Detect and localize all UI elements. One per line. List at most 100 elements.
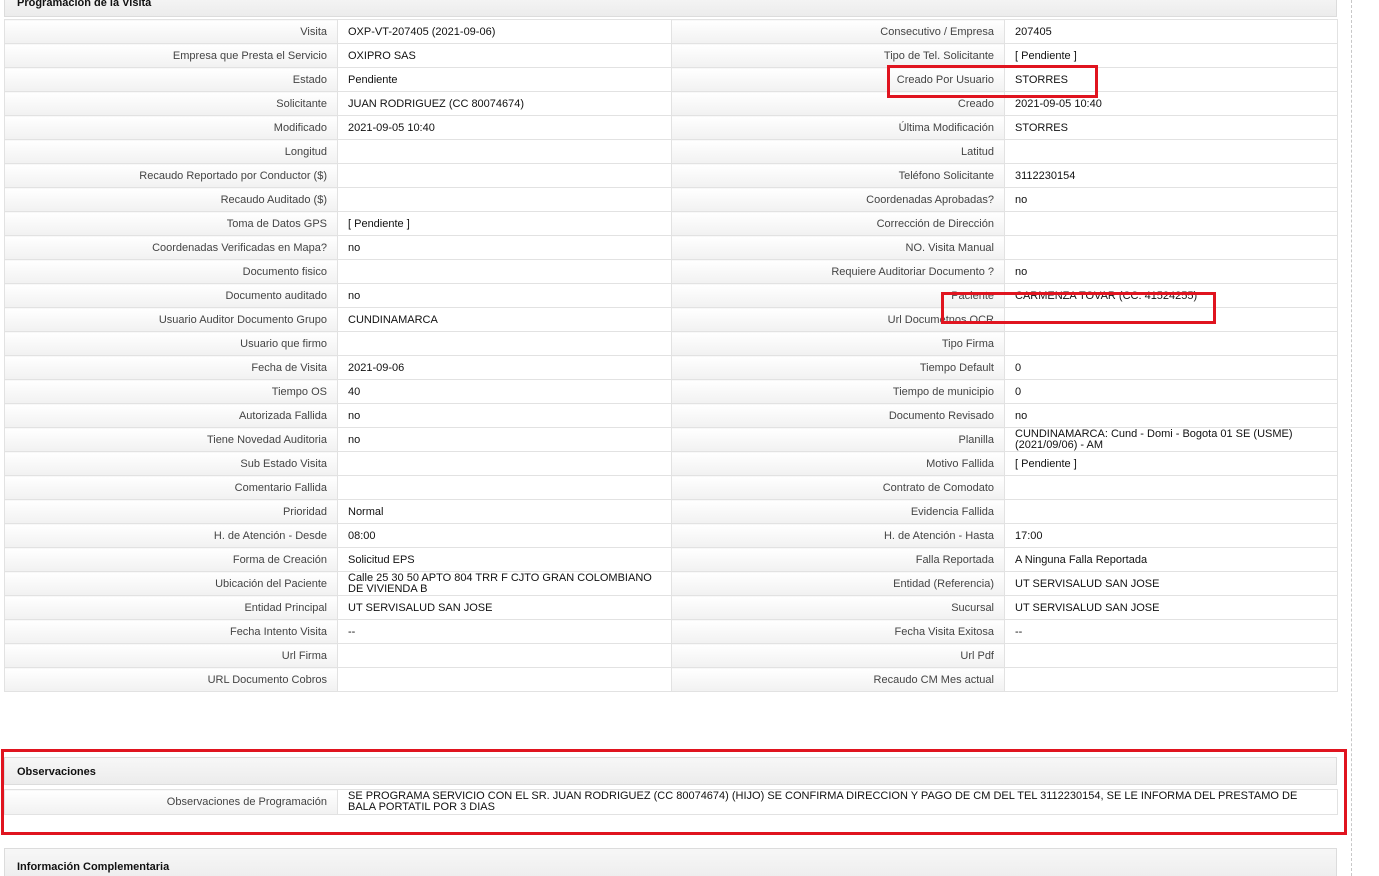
field-value: 0 — [1004, 355, 1338, 380]
field-label: Planilla — [671, 427, 1005, 452]
field-value — [337, 475, 672, 500]
field-value: STORRES — [1004, 67, 1338, 92]
field-value: 2021-09-06 — [337, 355, 672, 380]
section-title: Información Complementaria — [17, 861, 170, 873]
field-value: A Ninguna Falla Reportada — [1004, 547, 1338, 572]
field-value: Solicitud EPS — [337, 547, 672, 572]
field-value: no — [337, 427, 672, 452]
observaciones-label: Observaciones de Programación — [4, 789, 338, 815]
field-label: Coordenadas Aprobadas? — [671, 187, 1005, 212]
field-value: 0 — [1004, 379, 1338, 404]
section-title: Observaciones — [17, 766, 96, 778]
table-row: Forma de Creación Solicitud EPS Falla Repo… — [4, 547, 1338, 572]
field-label: Sucursal — [671, 595, 1005, 620]
table-row: Documento fisico Requiere Auditoriar Docu… — [4, 259, 1338, 284]
field-label: Ubicación del Paciente — [4, 571, 338, 596]
field-label: Tiempo de municipio — [671, 379, 1005, 404]
field-value: CARMENZA TOVAR (CC: 41524255) — [1004, 283, 1338, 308]
field-value — [337, 163, 672, 188]
table-row: Recaudo Reportado por Conductor ($) Teléf… — [4, 163, 1338, 188]
field-label: Fecha Visita Exitosa — [671, 619, 1005, 644]
field-value: -- — [337, 619, 672, 644]
section-title: Programación de la Visita — [17, 0, 152, 9]
table-row: Solicitante JUAN RODRIGUEZ (CC 80074674) C… — [4, 91, 1338, 116]
field-label: Usuario que firmo — [4, 331, 338, 356]
field-label: Teléfono Solicitante — [671, 163, 1005, 188]
table-row: Modificado 2021-09-05 10:40 Última Modific… — [4, 115, 1338, 140]
section-header-observaciones: Observaciones — [4, 757, 1337, 785]
table-row: Url Firma Url Pdf — [4, 643, 1338, 668]
field-label: Latitud — [671, 139, 1005, 164]
field-value — [1004, 211, 1338, 236]
field-value: no — [1004, 187, 1338, 212]
table-row: URL Documento Cobros Recaudo CM Mes actua… — [4, 667, 1338, 692]
field-value: no — [1004, 259, 1338, 284]
visit-details-body: Visita OXP-VT-207405 (2021-09-06) Consecut… — [4, 19, 1338, 692]
field-value: OXIPRO SAS — [337, 43, 672, 68]
field-label: Recaudo Reportado por Conductor ($) — [4, 163, 338, 188]
table-row: Entidad Principal UT SERVISALUD SAN JOSE S… — [4, 595, 1338, 620]
observaciones-table: Observaciones de Programación SE PROGRAM… — [4, 789, 1338, 815]
table-row: Comentario Fallida Contrato de Comodato — [4, 475, 1338, 500]
field-value: STORRES — [1004, 115, 1338, 140]
field-value: JUAN RODRIGUEZ (CC 80074674) — [337, 91, 672, 116]
field-label: Creado Por Usuario — [671, 67, 1005, 92]
field-value — [1004, 667, 1338, 692]
table-row: H. de Atención - Desde 08:00 H. de Atenció… — [4, 523, 1338, 548]
section-header-info-complementaria[interactable]: Información Complementaria — [4, 848, 1337, 876]
field-label: Contrato de Comodato — [671, 475, 1005, 500]
field-label: Documento fisico — [4, 259, 338, 284]
table-row: Longitud Latitud — [4, 139, 1338, 164]
table-row: Autorizada Fallida no Documento Revisado … — [4, 403, 1338, 428]
table-row: Sub Estado Visita Motivo Fallida[ Pendien… — [4, 451, 1338, 476]
field-value: [ Pendiente ] — [337, 211, 672, 236]
field-label: Tiempo OS — [4, 379, 338, 404]
field-label: Usuario Auditor Documento Grupo — [4, 307, 338, 332]
field-label: Url Firma — [4, 643, 338, 668]
field-label: Coordenadas Verificadas en Mapa? — [4, 235, 338, 260]
field-value: CUNDINAMARCA — [337, 307, 672, 332]
field-value: no — [337, 235, 672, 260]
field-label: Creado — [671, 91, 1005, 116]
field-value — [1004, 475, 1338, 500]
table-row: Fecha de Visita 2021-09-06 Tiempo Default… — [4, 355, 1338, 380]
field-label: Requiere Auditoriar Documento ? — [671, 259, 1005, 284]
field-value — [337, 259, 672, 284]
table-row: Tiempo OS 40 Tiempo de municipio 0 — [4, 379, 1338, 404]
field-label: H. de Atención - Hasta — [671, 523, 1005, 548]
table-row: Estado Pendiente Creado Por Usuario STORRES — [4, 67, 1338, 92]
field-label: Entidad Principal — [4, 595, 338, 620]
field-value: UT SERVISALUD SAN JOSE — [1004, 571, 1338, 596]
field-value: 3112230154 — [1004, 163, 1338, 188]
field-label: Fecha Intento Visita — [4, 619, 338, 644]
field-label: Recaudo CM Mes actual — [671, 667, 1005, 692]
field-label: Tipo de Tel. Solicitante — [671, 43, 1005, 68]
table-row: Tiene Novedad Auditoria no Planilla CUNDIN… — [4, 427, 1338, 452]
field-value: [ Pendiente ] — [1004, 451, 1338, 476]
field-value: 08:00 — [337, 523, 672, 548]
field-label: Recaudo Auditado ($) — [4, 187, 338, 212]
table-row: Observaciones de Programación SE PROGRAM… — [4, 789, 1338, 815]
field-label: NO. Visita Manual — [671, 235, 1005, 260]
field-value: -- — [1004, 619, 1338, 644]
page: Programación de la Visita Visita OXP-VT-2… — [0, 0, 1379, 876]
field-value — [337, 331, 672, 356]
field-value: 207405 — [1004, 19, 1338, 44]
table-row: Usuario Auditor Documento Grupo CUNDINAMA… — [4, 307, 1338, 332]
field-value — [337, 139, 672, 164]
field-label: Documento auditado — [4, 283, 338, 308]
field-value: 17:00 — [1004, 523, 1338, 548]
visit-details-table: Visita OXP-VT-207405 (2021-09-06) Consecut… — [4, 19, 1338, 692]
field-value — [1004, 307, 1338, 332]
field-label: Estado — [4, 67, 338, 92]
field-value — [337, 667, 672, 692]
field-value — [1004, 139, 1338, 164]
field-label: Evidencia Fallida — [671, 499, 1005, 524]
field-label: Toma de Datos GPS — [4, 211, 338, 236]
field-label: Url Pdf — [671, 643, 1005, 668]
field-label: Entidad (Referencia) — [671, 571, 1005, 596]
table-row: Fecha Intento Visita -- Fecha Visita Exit… — [4, 619, 1338, 644]
table-row: Usuario que firmo Tipo Firma — [4, 331, 1338, 356]
field-value: 2021-09-05 10:40 — [337, 115, 672, 140]
field-value: [ Pendiente ] — [1004, 43, 1338, 68]
